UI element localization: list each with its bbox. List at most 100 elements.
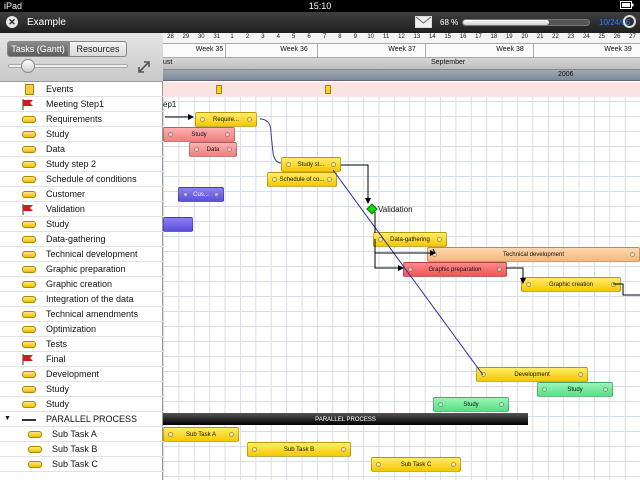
task-name: Study <box>46 384 70 394</box>
dependency-links <box>165 114 640 376</box>
task-name: Customer <box>46 189 86 199</box>
task-bar-icon <box>28 461 42 468</box>
link-line <box>506 267 526 284</box>
task-bar-icon <box>22 176 36 183</box>
task-bar-icon <box>22 311 36 318</box>
task-row[interactable]: Data <box>0 142 163 157</box>
task-row[interactable]: Study <box>0 382 163 397</box>
task-bar-icon <box>22 221 36 228</box>
task-name: Study step 2 <box>46 159 97 169</box>
tab-tasks-gantt[interactable]: Tasks (Gantt) <box>7 41 69 57</box>
link-line <box>613 283 640 296</box>
task-name: Study <box>46 399 70 409</box>
task-bar-icon <box>28 431 42 438</box>
event-icon <box>25 84 34 95</box>
progress-fill <box>463 20 549 25</box>
task-row[interactable]: Technical development <box>0 247 163 262</box>
collapse-triangle-icon[interactable]: ▼ <box>4 415 11 422</box>
clock: 15:10 <box>308 1 332 11</box>
task-row[interactable]: Optimization <box>0 322 163 337</box>
flag-icon <box>22 99 33 110</box>
task-name: Data-gathering <box>46 234 106 244</box>
group-row[interactable]: ▼ PARALLEL PROCESS <box>0 412 163 427</box>
task-name: Development <box>46 369 100 379</box>
task-bar-icon <box>22 371 36 378</box>
task-bar-icon <box>22 281 36 288</box>
task-name: Meeting Step1 <box>46 99 105 109</box>
task-row[interactable]: Customer <box>0 187 163 202</box>
task-row[interactable]: Technical amendments <box>0 307 163 322</box>
task-bar-icon <box>28 446 42 453</box>
group-line-icon <box>22 419 36 421</box>
task-row[interactable]: Study <box>0 397 163 412</box>
expand-arrows-icon[interactable] <box>137 60 151 74</box>
task-row[interactable]: Integration of the data <box>0 292 163 307</box>
task-name: Study <box>46 219 70 229</box>
task-name: PARALLEL PROCESS <box>46 414 138 424</box>
task-name: Graphic preparation <box>46 264 126 274</box>
task-row[interactable]: Final <box>0 352 163 367</box>
task-bar-icon <box>22 191 36 198</box>
progress-bar <box>462 19 590 26</box>
task-name: Study <box>46 129 70 139</box>
progress-percent: 68 % <box>440 18 459 27</box>
task-bar-icon <box>22 116 36 123</box>
task-name: Integration of the data <box>46 294 134 304</box>
task-bar-icon <box>22 401 36 408</box>
zoom-slider[interactable] <box>8 59 128 73</box>
close-icon[interactable]: ✕ <box>6 16 18 28</box>
envelope-icon[interactable] <box>415 16 432 28</box>
task-name: Graphic creation <box>46 279 113 289</box>
task-bar-icon <box>22 341 36 348</box>
task-name: Sub Task C <box>52 459 98 469</box>
task-name: Sub Task A <box>52 429 97 439</box>
task-row[interactable]: Sub Task A <box>0 427 163 442</box>
task-row[interactable]: Requirements <box>0 112 163 127</box>
task-bar-icon <box>22 251 36 258</box>
task-row[interactable]: Development <box>0 367 163 382</box>
link-line <box>341 164 371 204</box>
task-bar-icon <box>22 146 36 153</box>
task-row[interactable]: Validation <box>0 202 163 217</box>
task-bar-icon <box>22 296 36 303</box>
task-row[interactable]: Events <box>0 82 163 97</box>
task-name: Requirements <box>46 114 103 124</box>
link-line <box>259 118 282 164</box>
task-row[interactable]: Study <box>0 127 163 142</box>
title-bar: ✕ Example 68 % 10/24/06 <box>0 12 640 33</box>
task-name: Events <box>46 84 74 94</box>
task-bar-icon <box>22 236 36 243</box>
task-bar-icon <box>22 266 36 273</box>
task-bar-icon <box>22 386 36 393</box>
task-row[interactable]: Graphic creation <box>0 277 163 292</box>
task-row[interactable]: Schedule of conditions <box>0 172 163 187</box>
task-row[interactable]: Study step 2 <box>0 157 163 172</box>
task-name: Tests <box>46 339 68 349</box>
task-row[interactable]: Tests <box>0 337 163 352</box>
gantt-chart[interactable]: 28 29 30 31 1 2 3 4 5 6 7 8 9 10 11 12 13 14 15 16 17 18 19 20 2… <box>163 33 640 480</box>
task-bar-icon <box>22 326 36 333</box>
task-name: Validation <box>46 204 85 214</box>
task-name: Technical amendments <box>46 309 139 319</box>
task-list-header: Tasks (Gantt) Resources <box>0 33 163 82</box>
task-row[interactable]: Sub Task B <box>0 442 163 457</box>
document-title: Example <box>27 17 66 28</box>
link-line <box>332 169 484 376</box>
task-bar-icon <box>22 131 36 138</box>
task-row[interactable]: Meeting Step1 <box>0 97 163 112</box>
task-row[interactable]: Data-gathering <box>0 232 163 247</box>
tab-resources[interactable]: Resources <box>69 41 127 57</box>
flag-icon <box>22 354 33 365</box>
zoom-slider-knob[interactable] <box>21 59 36 73</box>
task-row[interactable]: Graphic preparation <box>0 262 163 277</box>
task-row[interactable]: Study <box>0 217 163 232</box>
task-name: Sub Task B <box>52 444 98 454</box>
task-bar-icon <box>22 161 36 168</box>
flag-icon <box>22 204 33 215</box>
link-line <box>432 248 436 254</box>
task-name: Technical development <box>46 249 138 259</box>
task-list-panel: Tasks (Gantt) Resources Events Meeting St… <box>0 33 163 480</box>
task-row[interactable]: Sub Task C <box>0 457 163 472</box>
sync-icon[interactable] <box>623 15 636 28</box>
task-name: Optimization <box>46 324 97 334</box>
